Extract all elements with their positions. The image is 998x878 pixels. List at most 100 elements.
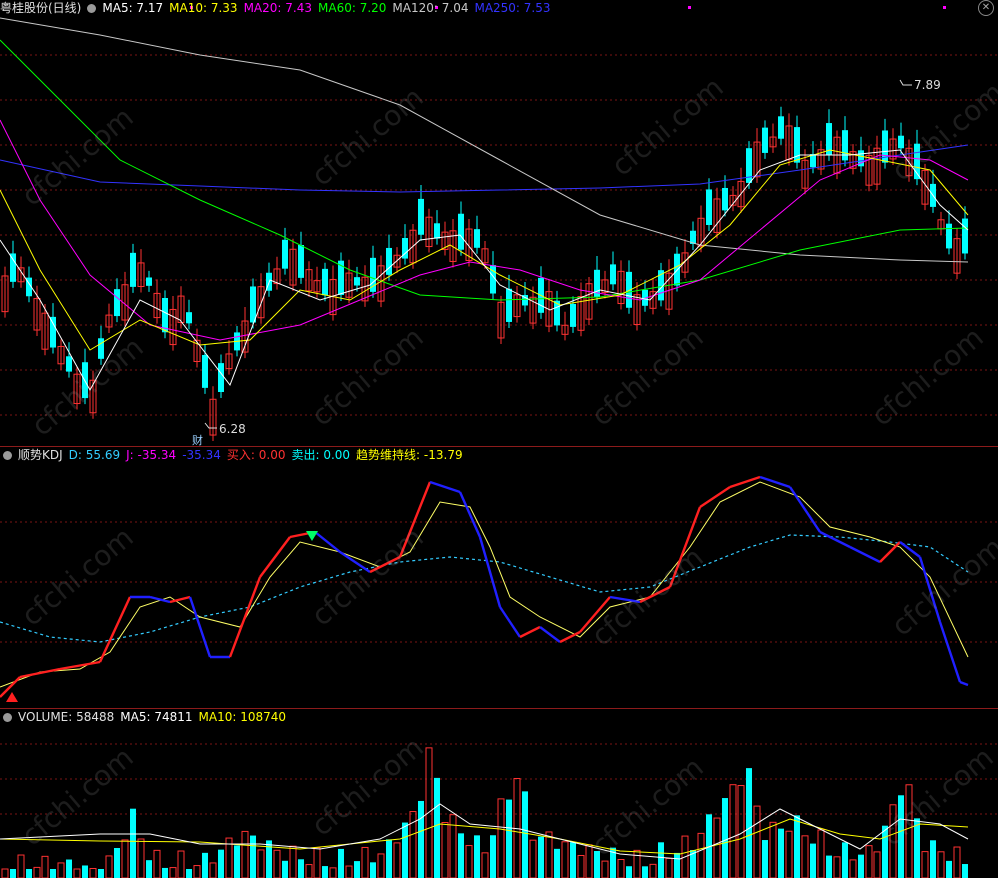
volume-bar-up <box>729 784 737 878</box>
settings-circle-icon[interactable] <box>87 4 97 13</box>
volume-bar-up <box>545 831 553 878</box>
candle-down <box>50 316 56 348</box>
candle-down <box>506 288 512 322</box>
price-chart[interactable] <box>0 0 998 446</box>
kdj-k-segment <box>699 486 731 508</box>
volume-bar-up <box>953 846 961 878</box>
volume-bar-down <box>778 828 784 878</box>
ma20-line <box>0 119 969 341</box>
kdj-panel[interactable]: 顺势KDJ D: 55.69 J: -35.34 -35.34 买入: 0.00 卖出: … <box>0 447 998 708</box>
price-panel[interactable]: 粤桂股份(日线) MA5: 7.17 MA10: 7.33 MA20: 7.43 MA6… <box>0 0 998 446</box>
kdj-k-segment <box>19 667 61 679</box>
candle-down <box>706 189 712 226</box>
volume-bar-up <box>601 860 609 878</box>
volume-bar-down <box>298 859 304 878</box>
volume-bar-up <box>769 821 777 878</box>
volume-bar-down <box>418 800 424 878</box>
volume-bar-up <box>169 867 177 878</box>
kdj-title: 顺势KDJ <box>18 448 63 462</box>
kdj-k-segment <box>519 625 541 639</box>
volume-bar-up <box>289 845 297 878</box>
kdj-d: D: 55.69 <box>68 448 121 462</box>
volume-bar-up <box>329 867 337 878</box>
kdj-k-segment <box>228 576 262 658</box>
volume-bar-up <box>833 856 841 878</box>
candle-down <box>114 289 120 317</box>
ma10-line <box>0 149 969 351</box>
ma5-label: MA5: 7.17 <box>102 1 164 15</box>
volume-bar-down <box>146 860 152 878</box>
volume-bar-up <box>497 798 505 878</box>
volume-bar-down <box>10 869 16 878</box>
volume-bar-up <box>209 862 217 878</box>
volume-bar-up <box>153 849 161 878</box>
kdj-k-segment <box>539 626 561 643</box>
ma60-label: MA60: 7.20 <box>318 1 387 15</box>
close-icon[interactable]: ✕ <box>978 0 994 16</box>
low-price-label: 6.28 <box>219 422 246 436</box>
volume-title: VOLUME: 58488 <box>18 710 115 724</box>
kdj-chart[interactable] <box>0 447 998 708</box>
volume-bar-down <box>250 835 256 878</box>
ma120-label: MA120: 7.04 <box>392 1 469 15</box>
kdj-k-segment <box>188 596 212 658</box>
volume-bar-down <box>386 839 392 878</box>
cai-event-marker[interactable]: 财 <box>192 432 203 446</box>
kdj-k-segment <box>59 660 101 671</box>
volume-bar-down <box>370 862 376 878</box>
volume-bar-up <box>465 845 473 878</box>
candle-down <box>202 354 208 388</box>
volume-bar-up <box>137 838 145 878</box>
volume-bar-down <box>594 851 600 878</box>
volume-bar-up <box>377 853 385 878</box>
kdj-settings-icon[interactable] <box>3 451 12 460</box>
volume-bar-up <box>73 868 81 878</box>
candle-down <box>162 298 168 333</box>
volume-bar-down <box>826 855 832 878</box>
volume-ma5: MA5: 74811 <box>120 710 193 724</box>
volume-bar-down <box>66 859 72 878</box>
volume-bar-up <box>121 839 129 878</box>
candle-down <box>146 277 152 286</box>
kdj-k-segment <box>959 680 969 687</box>
volume-bar-up <box>585 844 593 878</box>
ma60-line <box>0 39 969 301</box>
volume-settings-icon[interactable] <box>3 713 12 722</box>
volume-bar-up <box>425 747 433 878</box>
volume-bar-down <box>130 808 136 878</box>
kdj-sell: 卖出: 0.00 <box>291 448 351 462</box>
volume-bar-up <box>257 849 265 878</box>
volume-bar-up <box>785 830 793 878</box>
volume-bar-down <box>434 777 440 878</box>
volume-bar-up <box>817 829 825 878</box>
volume-bar-up <box>241 830 249 878</box>
volume-bar-up <box>441 822 449 878</box>
volume-bar-down <box>50 869 56 878</box>
volume-bar-up <box>393 842 401 878</box>
volume-bar-down <box>746 768 752 878</box>
volume-bar-down <box>946 860 952 878</box>
kdj-k-segment <box>789 486 821 533</box>
volume-bar-down <box>162 867 168 878</box>
volume-bar-up <box>697 832 705 878</box>
candle-down <box>354 277 360 286</box>
volume-bar-down <box>642 866 648 878</box>
event-dot <box>943 6 946 9</box>
volume-bar-up <box>17 854 25 878</box>
volume-panel[interactable]: VOLUME: 58488 MA5: 74811 MA10: 108740 <box>0 709 998 878</box>
low-marker <box>204 422 217 429</box>
candle-down <box>298 244 304 278</box>
volume-bar-up <box>561 841 569 878</box>
candle-down <box>386 247 392 275</box>
volume-legend: VOLUME: 58488 MA5: 74811 MA10: 108740 <box>0 709 292 725</box>
kdj-buy: 买入: 0.00 <box>226 448 286 462</box>
volume-bar-down <box>186 869 192 878</box>
volume-bar-down <box>658 842 664 878</box>
volume-chart[interactable] <box>0 709 998 878</box>
volume-bar-up <box>865 845 873 878</box>
volume-bar-down <box>674 852 680 878</box>
volume-bar-down <box>490 835 496 878</box>
candle-down <box>962 218 968 254</box>
kdj-d-line <box>0 481 969 688</box>
volume-bar-down <box>338 848 344 878</box>
